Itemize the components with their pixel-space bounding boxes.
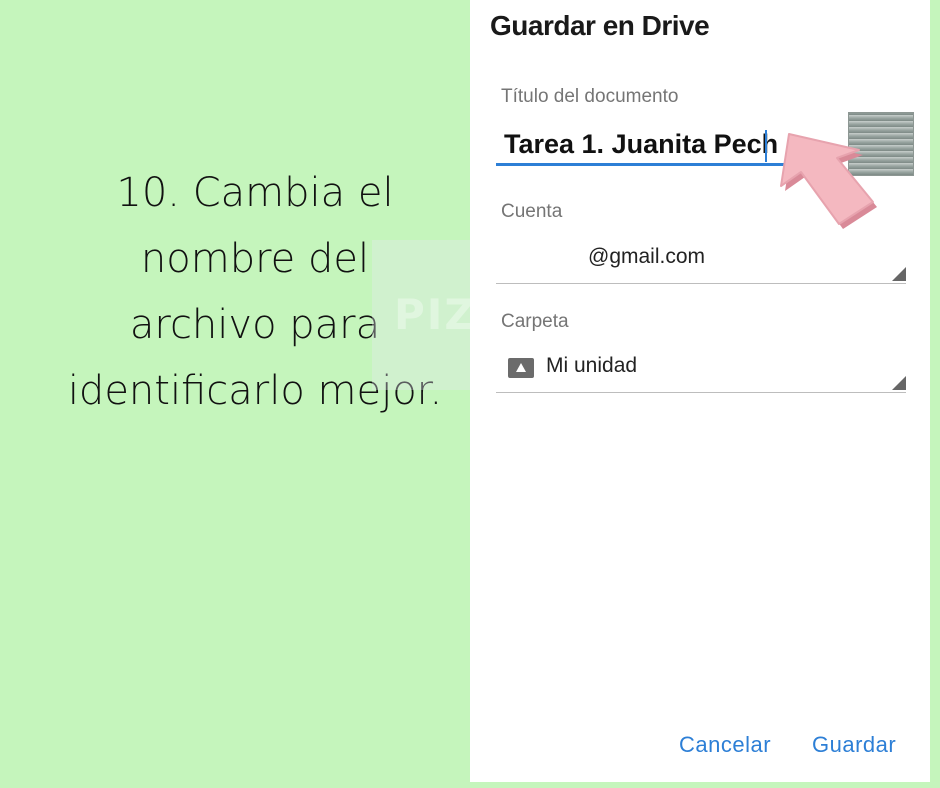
- document-title-input[interactable]: [496, 126, 786, 166]
- account-select[interactable]: @gmail.com: [496, 243, 906, 284]
- save-to-drive-dialog: Guardar en Drive Título del documento Cu…: [470, 0, 930, 782]
- cancel-button[interactable]: Cancelar: [679, 732, 771, 758]
- drive-folder-icon: [508, 358, 534, 378]
- account-value: @gmail.com: [588, 245, 706, 268]
- instruction-line: 10. Cambia el: [116, 170, 394, 216]
- document-title-label: Título del documento: [501, 86, 679, 107]
- save-button[interactable]: Guardar: [812, 732, 896, 758]
- text-cursor: [765, 130, 767, 162]
- folder-select[interactable]: Mi unidad: [496, 352, 906, 393]
- folder-label: Carpeta: [501, 311, 569, 332]
- dropdown-arrow-icon: [892, 267, 906, 281]
- account-label: Cuenta: [501, 201, 563, 222]
- folder-value: Mi unidad: [546, 354, 638, 377]
- dialog-title: Guardar en Drive: [490, 10, 710, 41]
- pointer-arrow-icon: [780, 133, 877, 229]
- dropdown-arrow-icon: [892, 376, 906, 390]
